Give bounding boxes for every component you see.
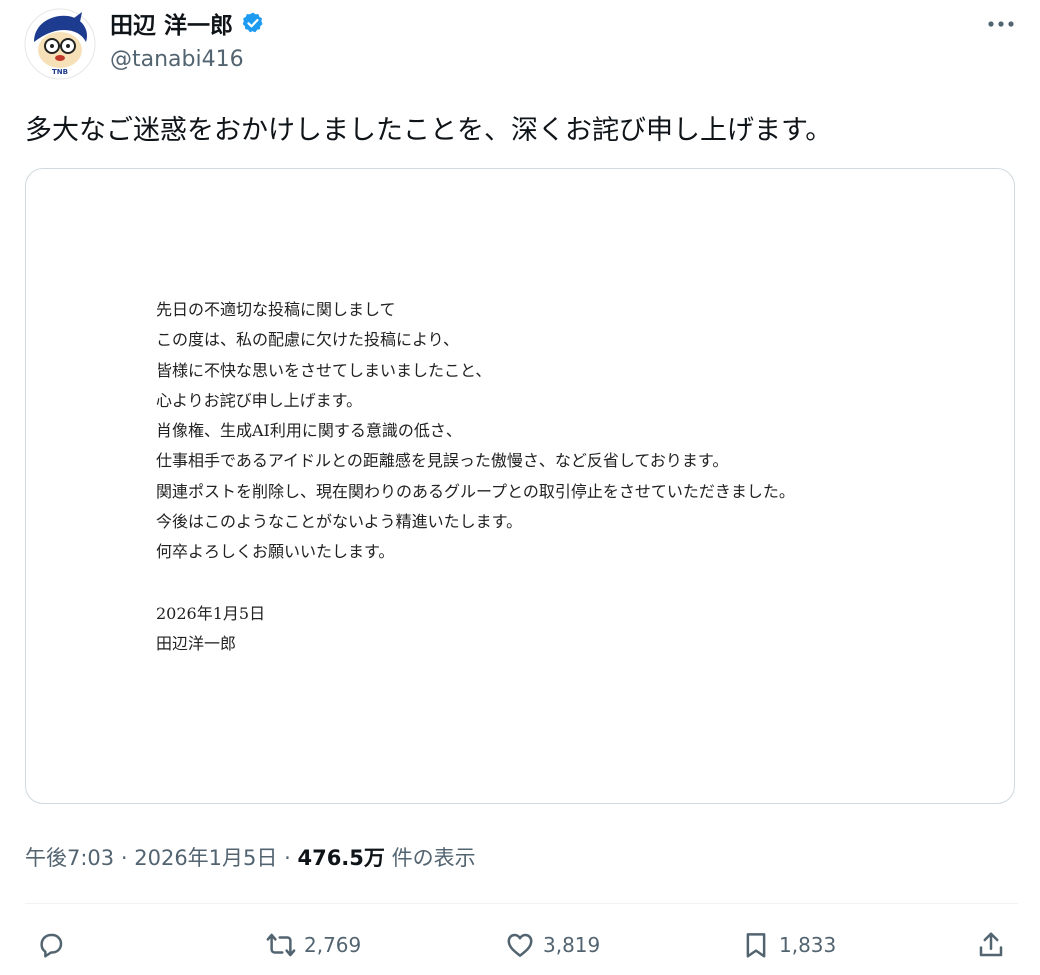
more-options-button[interactable] (984, 12, 1018, 36)
letter-line: この度は、私の配慮に欠けた投稿により、 (156, 330, 460, 350)
letter-line: 肖像権、生成AI利用に関する意識の低さ、 (156, 421, 462, 441)
post-meta: 午後7:03 · 2026年1月5日 · 476.5万 件の表示 (25, 842, 476, 872)
post-image[interactable]: 先日の不適切な投稿に関しまして この度は、私の配慮に欠けた投稿により、 皆様に不… (25, 168, 1015, 804)
like-count: 3,819 (543, 933, 601, 957)
reply-icon (40, 933, 63, 958)
letter-line: 仕事相手であるアイドルとの距離感を見誤った傲慢さ、など反省しております。 (156, 451, 729, 471)
verified-badge-icon[interactable] (241, 11, 265, 35)
bookmark-icon (746, 933, 766, 958)
letter-line: 皆様に不快な思いをさせてしまいましたこと、 (156, 360, 492, 380)
views-count: 476.5万 (297, 846, 385, 870)
repost-button[interactable]: 2,769 (266, 927, 361, 963)
heart-icon (507, 933, 533, 957)
meta-separator: · (284, 846, 291, 870)
bookmark-count: 1,833 (779, 933, 837, 957)
avatar[interactable]: TNB (24, 8, 96, 80)
letter-spacer (156, 568, 795, 599)
repost-count: 2,769 (304, 933, 362, 957)
letter-line: 心よりお詫び申し上げます。 (156, 390, 363, 410)
reply-button[interactable] (36, 927, 74, 963)
letter-line: 何卒よろしくお願いいたします。 (156, 542, 395, 562)
meta-separator: · (120, 846, 128, 870)
bookmark-button[interactable]: 1,833 (741, 927, 836, 963)
avatar-badge-text: TNB (52, 68, 68, 76)
author-display-name[interactable]: 田辺 洋一郎 (110, 6, 265, 40)
letter-line: 今後はこのようなことがないよう精進いたします。 (156, 512, 523, 532)
more-icon (988, 21, 1014, 27)
author-handle[interactable]: @tanabi416 (110, 47, 244, 72)
post-date[interactable]: 2026年1月5日 (134, 846, 277, 870)
apology-letter: 先日の不適切な投稿に関しまして この度は、私の配慮に欠けた投稿により、 皆様に不… (156, 295, 795, 659)
repost-icon (266, 933, 296, 957)
post-time[interactable]: 午後7:03 (25, 846, 114, 870)
like-button[interactable]: 3,819 (505, 927, 600, 963)
letter-line: 関連ポストを削除し、現在関わりのあるグループとの取引停止をさせていただきました。 (156, 481, 795, 501)
letter-line: 先日の不適切な投稿に関しまして (156, 300, 396, 319)
share-icon (979, 932, 1003, 957)
divider (25, 903, 1018, 904)
letter-signature: 田辺洋一郎 (156, 633, 237, 653)
letter-date: 2026年1月5日 (156, 603, 266, 623)
post-text: 多大なご迷惑をおかけしましたことを、深くお詫び申し上げます。 (25, 115, 833, 146)
display-name-text[interactable]: 田辺 洋一郎 (110, 6, 233, 40)
share-button[interactable] (976, 927, 1014, 963)
views-label: 件の表示 (391, 846, 476, 870)
